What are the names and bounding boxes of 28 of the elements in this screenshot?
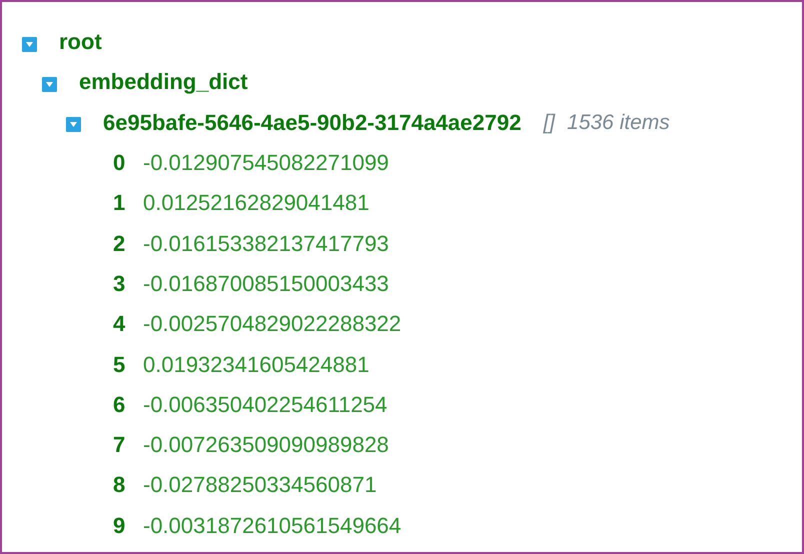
- toggle-icon[interactable]: [42, 76, 57, 92]
- item-value: 0.01932341605424881: [143, 352, 370, 378]
- node-key: 6e95bafe-5646-4ae5-90b2-3174a4ae2792: [103, 110, 522, 136]
- item-index: 4: [113, 311, 126, 338]
- item-index: 9: [113, 512, 126, 539]
- item-value: -0.016153382137417793: [143, 230, 389, 257]
- item-value: -0.0025704829022288322: [143, 311, 402, 338]
- type-marker: []: [543, 110, 556, 135]
- item-count: 1536 items: [567, 110, 670, 135]
- item-value: -0.016870085150003433: [143, 270, 389, 297]
- toggle-icon[interactable]: [66, 117, 81, 132]
- item-index: 5: [113, 352, 126, 378]
- item-value: -0.0031872610561549664: [143, 512, 402, 539]
- item-value: -0.012907545082271099: [143, 150, 389, 176]
- node-key: root: [59, 29, 102, 56]
- item-index: 7: [113, 432, 126, 458]
- item-index: 8: [113, 472, 126, 498]
- item-index: 6: [113, 392, 126, 418]
- item-value: -0.02788250334560871: [143, 472, 377, 498]
- node-key: embedding_dict: [79, 69, 248, 96]
- item-value: 0.01252162829041481: [143, 190, 370, 216]
- item-value: -0.007263509090989828: [143, 432, 389, 458]
- item-index: 0: [113, 150, 126, 176]
- item-value: -0.006350402254611254: [143, 392, 388, 418]
- item-index: 2: [113, 230, 126, 257]
- item-index: 3: [113, 270, 126, 297]
- toggle-icon[interactable]: [22, 36, 37, 52]
- item-index: 1: [113, 190, 126, 216]
